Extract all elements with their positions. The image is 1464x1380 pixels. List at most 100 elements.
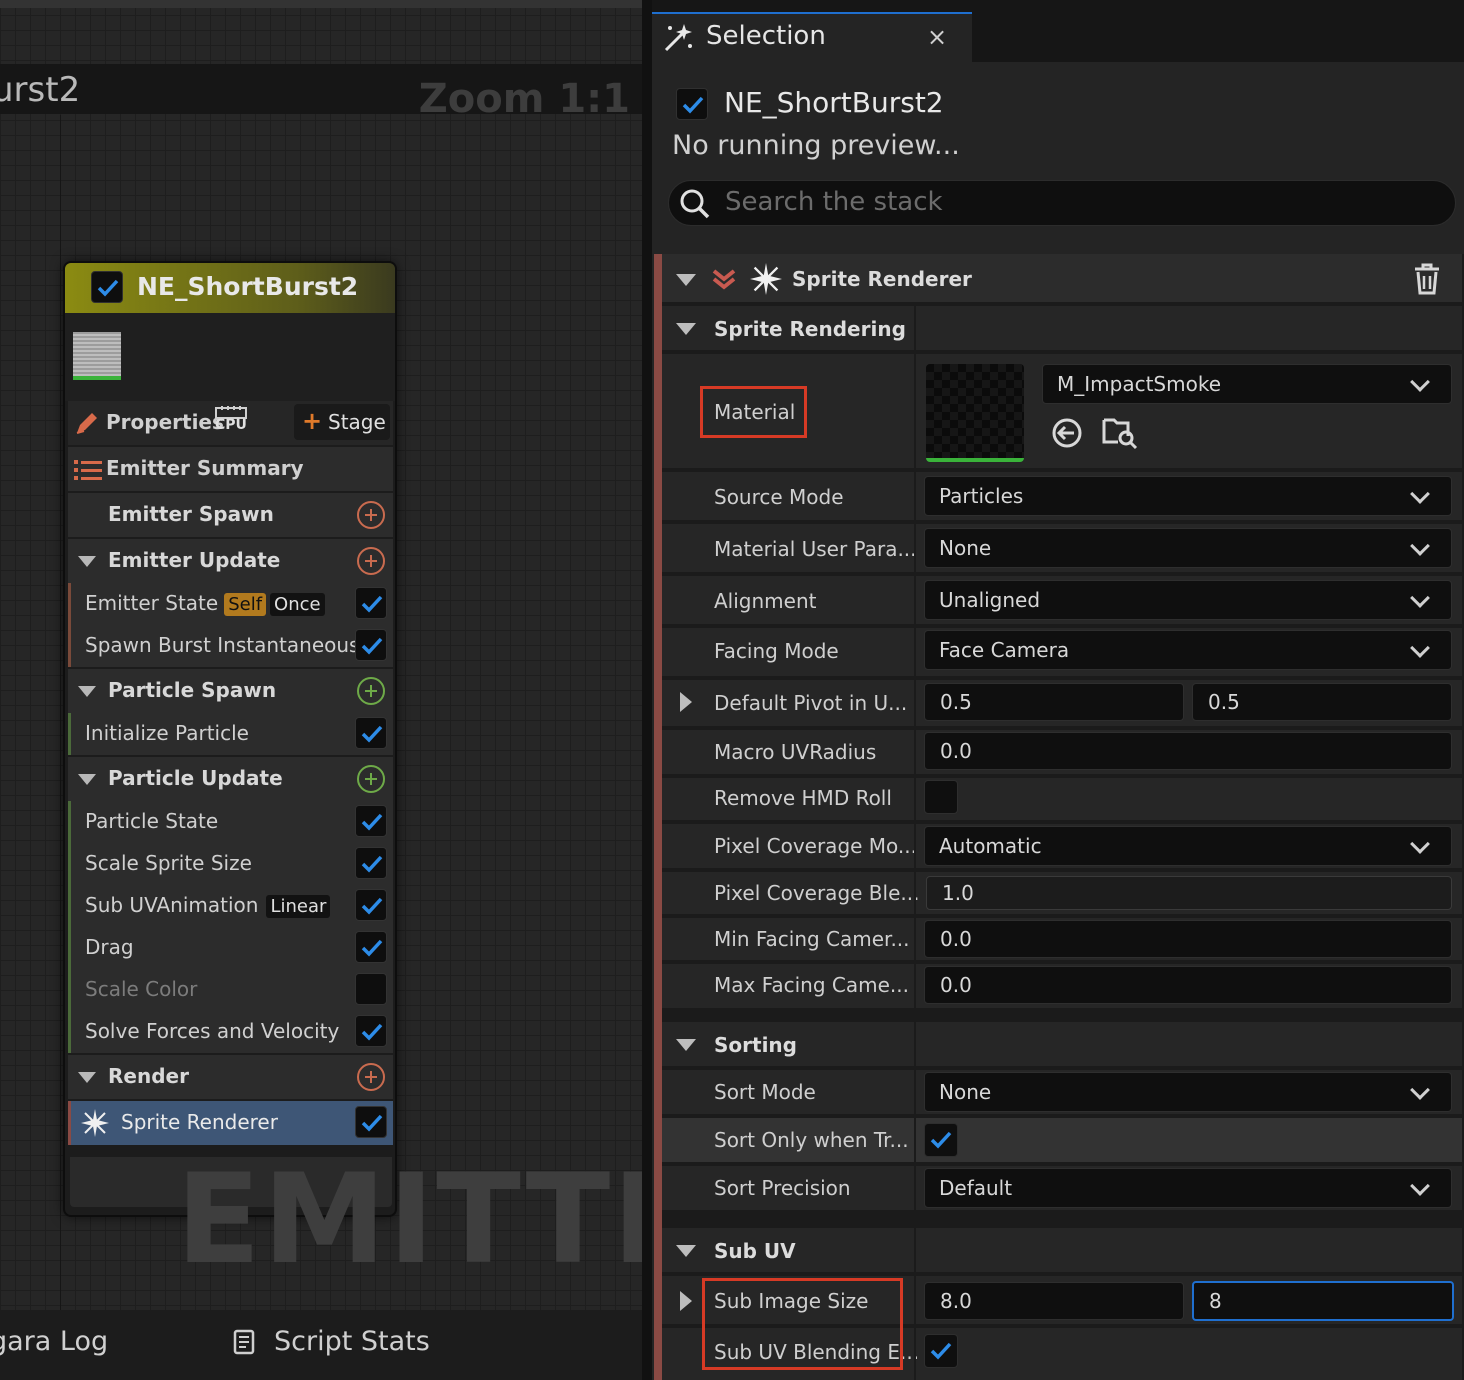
column-splitter[interactable] bbox=[914, 1328, 916, 1380]
emitter-summary-row[interactable]: Emitter Summary bbox=[68, 447, 393, 491]
module-scale-sprite-size[interactable]: Scale Sprite Size bbox=[68, 843, 393, 885]
sprite-renderer-header[interactable]: Sprite Renderer bbox=[662, 254, 1462, 304]
sort-mode-dropdown[interactable]: None bbox=[924, 1072, 1452, 1112]
stack-search-input[interactable]: Search the stack bbox=[668, 180, 1456, 226]
close-icon[interactable]: × bbox=[927, 23, 947, 51]
column-splitter[interactable] bbox=[914, 576, 916, 624]
particle-spawn-row[interactable]: Particle Spawn bbox=[68, 669, 393, 713]
tab-niagara-log[interactable]: gara Log bbox=[0, 1326, 108, 1357]
sort-only-when-checkbox[interactable] bbox=[924, 1123, 958, 1157]
add-module-icon[interactable] bbox=[357, 547, 385, 575]
properties-row[interactable]: Properties CPU + Stage bbox=[68, 401, 393, 445]
collapse-arrow-icon[interactable] bbox=[78, 774, 96, 785]
collapse-arrow-icon[interactable] bbox=[676, 1245, 696, 1257]
module-initialize-particle[interactable]: Initialize Particle bbox=[68, 713, 393, 755]
module-enable-checkbox[interactable] bbox=[355, 717, 387, 749]
collapse-arrow-icon[interactable] bbox=[78, 1072, 96, 1083]
column-splitter[interactable] bbox=[914, 354, 916, 468]
column-splitter[interactable] bbox=[914, 524, 916, 572]
add-module-icon[interactable] bbox=[357, 501, 385, 529]
collapse-arrow-icon[interactable] bbox=[676, 323, 696, 335]
module-emitter-state[interactable]: Emitter State Self Once bbox=[68, 583, 393, 625]
column-splitter[interactable] bbox=[914, 1166, 916, 1210]
particle-update-row[interactable]: Particle Update bbox=[68, 757, 393, 801]
expand-arrow-icon[interactable] bbox=[680, 692, 692, 712]
column-splitter[interactable] bbox=[914, 872, 916, 914]
module-enable-checkbox[interactable] bbox=[355, 1015, 387, 1047]
panel-splitter[interactable] bbox=[642, 0, 652, 1380]
module-enable-checkbox[interactable] bbox=[355, 847, 387, 879]
column-splitter[interactable] bbox=[914, 1276, 916, 1324]
emitter-update-row[interactable]: Emitter Update bbox=[68, 539, 393, 583]
collapse-arrow-icon[interactable] bbox=[676, 274, 696, 286]
expand-arrow-icon[interactable] bbox=[680, 1291, 692, 1311]
add-module-icon[interactable] bbox=[357, 1063, 385, 1091]
module-enable-checkbox[interactable] bbox=[355, 587, 387, 619]
collapse-arrow-icon[interactable] bbox=[78, 556, 96, 567]
section-sprite-rendering[interactable]: Sprite Rendering bbox=[662, 306, 1462, 352]
module-enable-checkbox[interactable] bbox=[355, 805, 387, 837]
material-asset-picker[interactable]: M_ImpactSmoke bbox=[1042, 364, 1452, 404]
column-splitter[interactable] bbox=[914, 918, 916, 960]
sort-precision-dropdown[interactable]: Default bbox=[924, 1168, 1452, 1208]
module-solve-forces[interactable]: Solve Forces and Velocity bbox=[68, 1011, 393, 1053]
add-module-icon[interactable] bbox=[357, 677, 385, 705]
module-sub-uv-animation[interactable]: Sub UVAnimation Linear bbox=[68, 885, 393, 927]
column-splitter[interactable] bbox=[914, 1070, 916, 1114]
default-pivot-x-input[interactable]: 0.5 bbox=[924, 683, 1184, 721]
alignment-dropdown[interactable]: Unaligned bbox=[924, 580, 1452, 620]
emitter-spawn-row[interactable]: Emitter Spawn bbox=[68, 493, 393, 537]
column-splitter[interactable] bbox=[914, 964, 916, 1008]
module-enable-checkbox[interactable] bbox=[355, 931, 387, 963]
selected-emitter-checkbox[interactable] bbox=[676, 88, 708, 120]
module-particle-state[interactable]: Particle State bbox=[68, 801, 393, 843]
column-splitter[interactable] bbox=[914, 778, 916, 820]
facing-mode-dropdown[interactable]: Face Camera bbox=[924, 630, 1452, 670]
module-enable-checkbox[interactable] bbox=[355, 629, 387, 661]
tab-script-stats[interactable]: Script Stats bbox=[274, 1326, 430, 1357]
column-splitter[interactable] bbox=[914, 824, 916, 868]
min-facing-input[interactable]: 0.0 bbox=[924, 920, 1452, 958]
collapse-arrow-icon[interactable] bbox=[78, 686, 96, 697]
column-splitter[interactable] bbox=[914, 306, 916, 350]
pixel-coverage-blend-slider[interactable]: 1.0 bbox=[926, 876, 1452, 910]
module-enable-checkbox[interactable] bbox=[355, 1106, 387, 1138]
macro-uv-radius-input[interactable]: 0.0 bbox=[924, 732, 1452, 770]
pixel-coverage-mode-dropdown[interactable]: Automatic bbox=[924, 826, 1452, 866]
module-drag[interactable]: Drag bbox=[68, 927, 393, 969]
add-stage-button[interactable]: + Stage bbox=[294, 404, 390, 440]
remove-hmd-roll-checkbox[interactable] bbox=[924, 780, 958, 814]
add-module-icon[interactable] bbox=[357, 765, 385, 793]
source-mode-dropdown[interactable]: Particles bbox=[924, 476, 1452, 516]
module-sprite-renderer[interactable]: Sprite Renderer bbox=[68, 1101, 393, 1145]
emitter-node[interactable]: NE_ShortBurst2 Properties CPU + Stage Em… bbox=[63, 261, 397, 1217]
emitter-node-header[interactable]: NE_ShortBurst2 bbox=[65, 263, 395, 313]
graph-editor[interactable]: urst2 Zoom 1:1 NE_ShortBurst2 Properties… bbox=[0, 0, 642, 1310]
sub-image-size-y-input[interactable]: 8 bbox=[1192, 1281, 1454, 1321]
module-disabled-checkbox[interactable] bbox=[355, 973, 387, 1005]
column-splitter[interactable] bbox=[914, 730, 916, 774]
section-sub-uv[interactable]: Sub UV bbox=[662, 1228, 1462, 1274]
section-sorting[interactable]: Sorting bbox=[662, 1022, 1462, 1068]
module-spawn-burst[interactable]: Spawn Burst Instantaneous bbox=[68, 625, 393, 667]
max-facing-input[interactable]: 0.0 bbox=[924, 966, 1452, 1004]
emitter-enable-checkbox[interactable] bbox=[91, 271, 123, 303]
column-splitter[interactable] bbox=[914, 1118, 916, 1162]
use-selected-asset-icon[interactable] bbox=[1050, 416, 1084, 454]
default-pivot-y-input[interactable]: 0.5 bbox=[1192, 683, 1452, 721]
material-thumbnail[interactable] bbox=[926, 364, 1024, 462]
module-enable-checkbox[interactable] bbox=[355, 889, 387, 921]
collapse-arrow-icon[interactable] bbox=[676, 1039, 696, 1051]
module-scale-color[interactable]: Scale Color bbox=[68, 969, 393, 1011]
material-user-param-dropdown[interactable]: None bbox=[924, 528, 1452, 568]
column-splitter[interactable] bbox=[914, 1228, 916, 1272]
trash-icon[interactable] bbox=[1412, 262, 1442, 300]
tab-selection[interactable]: Selection × bbox=[652, 12, 972, 62]
sub-uv-blending-checkbox[interactable] bbox=[924, 1334, 958, 1368]
column-splitter[interactable] bbox=[914, 628, 916, 676]
browse-asset-icon[interactable] bbox=[1102, 414, 1138, 454]
column-splitter[interactable] bbox=[914, 1022, 916, 1066]
sub-image-size-x-input[interactable]: 8.0 bbox=[924, 1282, 1184, 1320]
column-splitter[interactable] bbox=[914, 680, 916, 726]
emitter-thumbnail[interactable] bbox=[73, 332, 121, 380]
